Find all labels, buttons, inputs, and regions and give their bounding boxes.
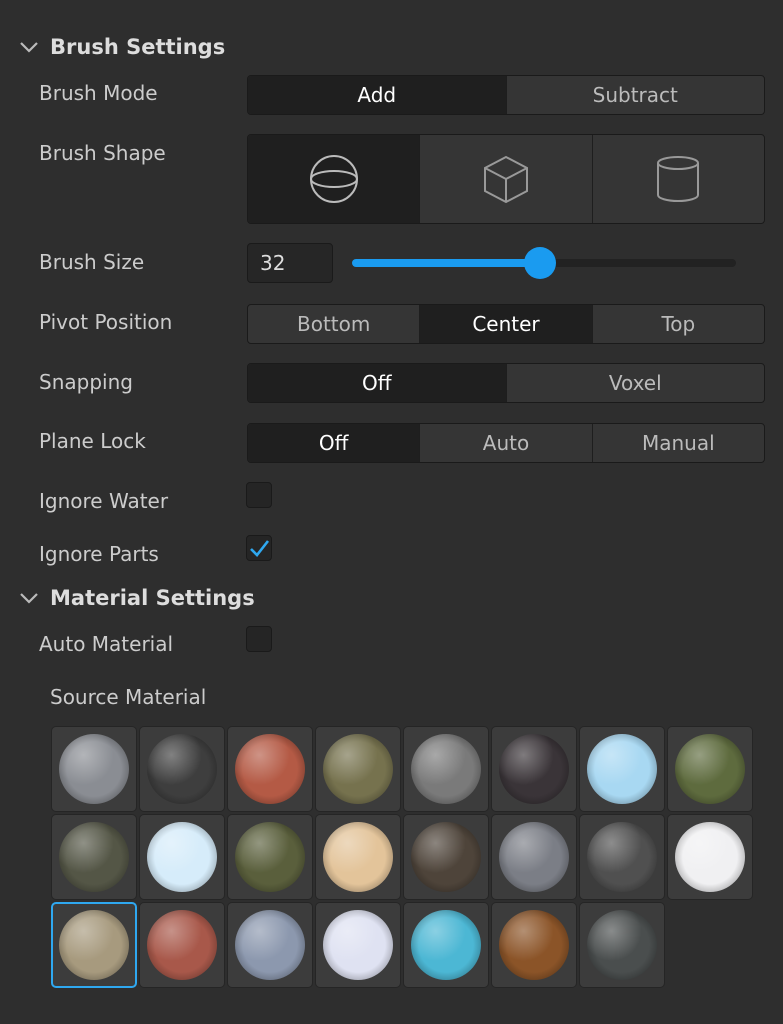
limestone-material-icon: [323, 822, 393, 892]
material-tile-sandstone[interactable]: [139, 902, 225, 988]
cube-icon: [483, 155, 528, 204]
material-tile-wood-planks[interactable]: [491, 902, 577, 988]
plane-lock-label: Plane Lock: [39, 429, 146, 453]
material-tile-grass[interactable]: [667, 726, 753, 812]
section-title: Material Settings: [50, 586, 255, 610]
material-tile-water[interactable]: [403, 902, 489, 988]
material-tile-mud[interactable]: [403, 814, 489, 900]
brush-shape-cube[interactable]: [420, 135, 593, 223]
glacier-material-icon: [587, 734, 657, 804]
pivot-top[interactable]: Top: [593, 305, 764, 343]
cylinder-icon: [657, 156, 700, 202]
plane-lock-manual[interactable]: Manual: [593, 424, 764, 462]
snapping-voxel[interactable]: Voxel: [507, 364, 765, 402]
source-material-label: Source Material: [50, 685, 207, 709]
brush-shape-cylinder[interactable]: [593, 135, 764, 223]
sphere-icon: [309, 155, 358, 203]
salt-material-icon: [675, 822, 745, 892]
grass-material-icon: [675, 734, 745, 804]
ignore-water-label: Ignore Water: [39, 489, 169, 513]
mud-material-icon: [411, 822, 481, 892]
material-tile-salt[interactable]: [667, 814, 753, 900]
pivot-bottom[interactable]: Bottom: [248, 305, 421, 343]
snapping-off[interactable]: Off: [248, 364, 507, 402]
slider-thumb[interactable]: [524, 247, 557, 279]
material-tile-cracked-lava[interactable]: [491, 726, 577, 812]
sand-material-icon: [59, 910, 129, 980]
basalt-material-icon: [147, 734, 217, 804]
chevron-down-icon: [20, 42, 38, 53]
rock-material-icon: [587, 822, 657, 892]
brush-mode-selector: Add Subtract: [247, 75, 765, 115]
snapping-label: Snapping: [39, 370, 133, 394]
ignore-parts-label: Ignore Parts: [39, 542, 159, 566]
brush-shape-label: Brush Shape: [39, 141, 166, 165]
material-tile-leafy-grass[interactable]: [227, 814, 313, 900]
brush-shape-sphere[interactable]: [248, 135, 421, 223]
auto-material-label: Auto Material: [39, 632, 174, 656]
plane-lock-auto[interactable]: Auto: [420, 424, 593, 462]
material-tile-slate[interactable]: [227, 902, 313, 988]
asphalt-material-icon: [59, 734, 129, 804]
ground-material-icon: [59, 822, 129, 892]
plane-lock-off[interactable]: Off: [248, 424, 421, 462]
slate-material-icon: [235, 910, 305, 980]
auto-material-checkbox[interactable]: [246, 626, 272, 652]
brush-shape-selector: [247, 134, 765, 224]
pivot-center[interactable]: Center: [420, 305, 593, 343]
material-settings-header[interactable]: Material Settings: [16, 583, 255, 613]
material-tile-limestone[interactable]: [315, 814, 401, 900]
snapping-selector: Off Voxel: [247, 363, 765, 403]
material-tile-asphalt[interactable]: [51, 726, 137, 812]
material-tile-ground[interactable]: [51, 814, 137, 900]
ignore-water-checkbox[interactable]: [246, 482, 272, 508]
wood-planks-material-icon: [499, 910, 569, 980]
material-tile-pavement[interactable]: [491, 814, 577, 900]
sandstone-material-icon: [147, 910, 217, 980]
cobblestone-material-icon: [323, 734, 393, 804]
pavement-material-icon: [499, 822, 569, 892]
concrete-material-icon: [411, 734, 481, 804]
plane-lock-selector: Off Auto Manual: [247, 423, 765, 463]
brush-size-label: Brush Size: [39, 250, 145, 274]
material-tile-brick[interactable]: [227, 726, 313, 812]
material-tile-concrete[interactable]: [403, 726, 489, 812]
material-tile-basalt[interactable]: [139, 726, 225, 812]
snow-material-icon: [323, 910, 393, 980]
brick-material-icon: [235, 734, 305, 804]
checkmark-icon: [250, 540, 270, 557]
water-material-icon: [411, 910, 481, 980]
material-tile-rock[interactable]: [579, 814, 665, 900]
brush-size-input[interactable]: 32: [247, 243, 333, 283]
material-tile-glacier[interactable]: [579, 726, 665, 812]
section-title: Brush Settings: [50, 35, 226, 59]
brush-settings-header[interactable]: Brush Settings: [16, 32, 225, 62]
material-tile-ice[interactable]: [139, 814, 225, 900]
slider-fill: [352, 259, 541, 267]
ice-material-icon: [147, 822, 217, 892]
brush-mode-add[interactable]: Add: [248, 76, 507, 114]
cracked-lava-material-icon: [499, 734, 569, 804]
brush-mode-label: Brush Mode: [39, 81, 158, 105]
leafy-grass-material-icon: [235, 822, 305, 892]
ignore-parts-checkbox[interactable]: [246, 535, 272, 561]
pivot-position-selector: Bottom Center Top: [247, 304, 765, 344]
material-tile-cobblestone[interactable]: [315, 726, 401, 812]
brush-size-slider[interactable]: [352, 247, 736, 279]
material-tile-air[interactable]: [579, 902, 665, 988]
pivot-position-label: Pivot Position: [39, 310, 173, 334]
chevron-down-icon: [20, 593, 38, 604]
material-tile-sand[interactable]: [51, 902, 137, 988]
brush-mode-subtract[interactable]: Subtract: [507, 76, 765, 114]
air-material-icon: [587, 910, 657, 980]
material-tile-snow[interactable]: [315, 902, 401, 988]
